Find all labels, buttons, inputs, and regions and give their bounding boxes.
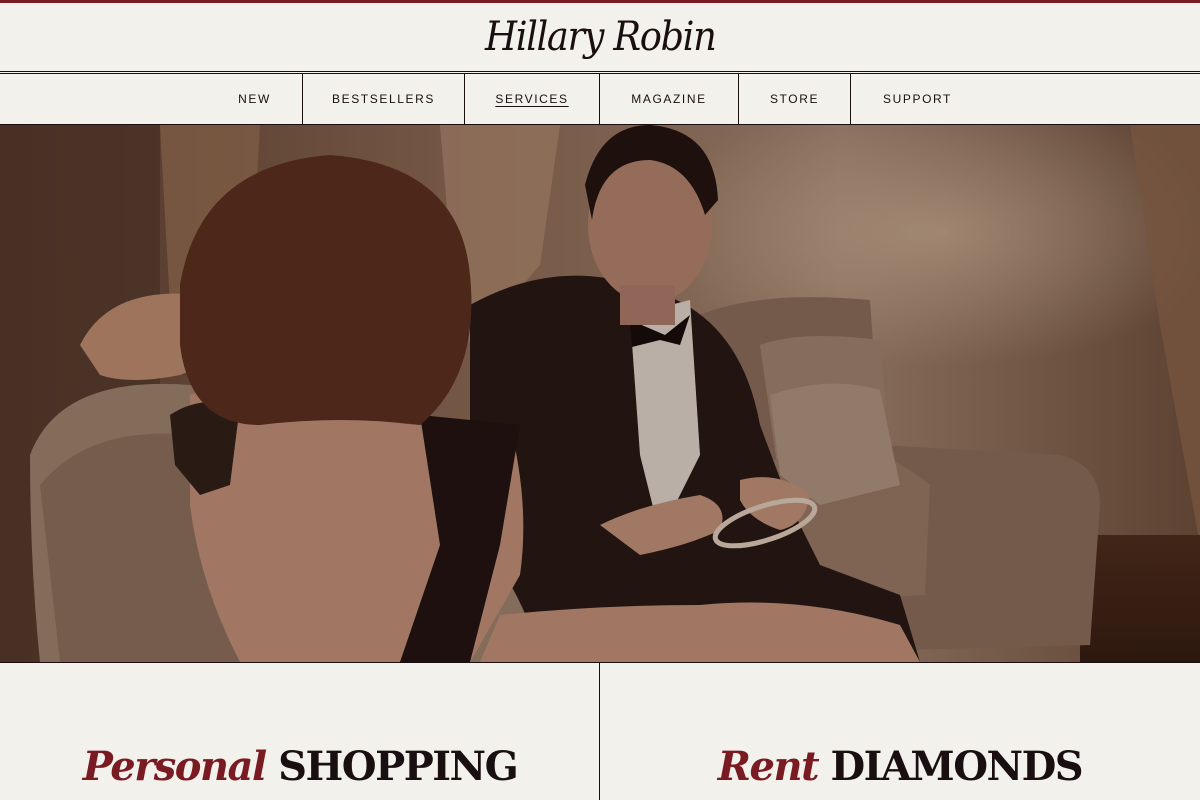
nav-item-services[interactable]: SERVICES [465, 74, 599, 124]
panel-title: Rent DIAMONDS [600, 747, 1200, 787]
personal-shopping-panel[interactable]: Personal SHOPPING [0, 663, 600, 800]
nav-item-label: BESTSELLERS [332, 92, 435, 106]
panel-title-caps: SHOPPING [278, 743, 519, 790]
site-header: Hillary Robin [0, 3, 1200, 71]
panel-title: Personal SHOPPING [0, 747, 600, 787]
nav-item-magazine[interactable]: MAGAZINE [600, 74, 738, 124]
nav-item-label: NEW [238, 92, 271, 106]
nav-item-label: STORE [769, 92, 820, 106]
nav-item-store[interactable]: STORE [739, 74, 850, 124]
main-nav: NEW BESTSELLERS SERVICES MAGAZINE STORE … [0, 74, 1200, 124]
nav-item-bestsellers[interactable]: BESTSELLERS [303, 74, 464, 124]
brand-logo[interactable]: Hillary Robin [485, 14, 717, 60]
panel-title-script: Personal [82, 743, 267, 790]
hero-image [0, 125, 1200, 662]
nav-item-label: SERVICES [495, 92, 569, 106]
rent-diamonds-panel[interactable]: Rent DIAMONDS [600, 663, 1200, 800]
hero-photo [0, 125, 1200, 662]
nav-item-label: SUPPORT [883, 92, 952, 106]
header-divider [0, 71, 1200, 72]
nav-item-label: MAGAZINE [631, 92, 707, 106]
panel-title-caps: DIAMONDS [830, 743, 1083, 790]
nav-item-support[interactable]: SUPPORT [851, 74, 984, 124]
panel-title-script: Rent [717, 743, 820, 790]
nav-item-new[interactable]: NEW [207, 74, 302, 124]
